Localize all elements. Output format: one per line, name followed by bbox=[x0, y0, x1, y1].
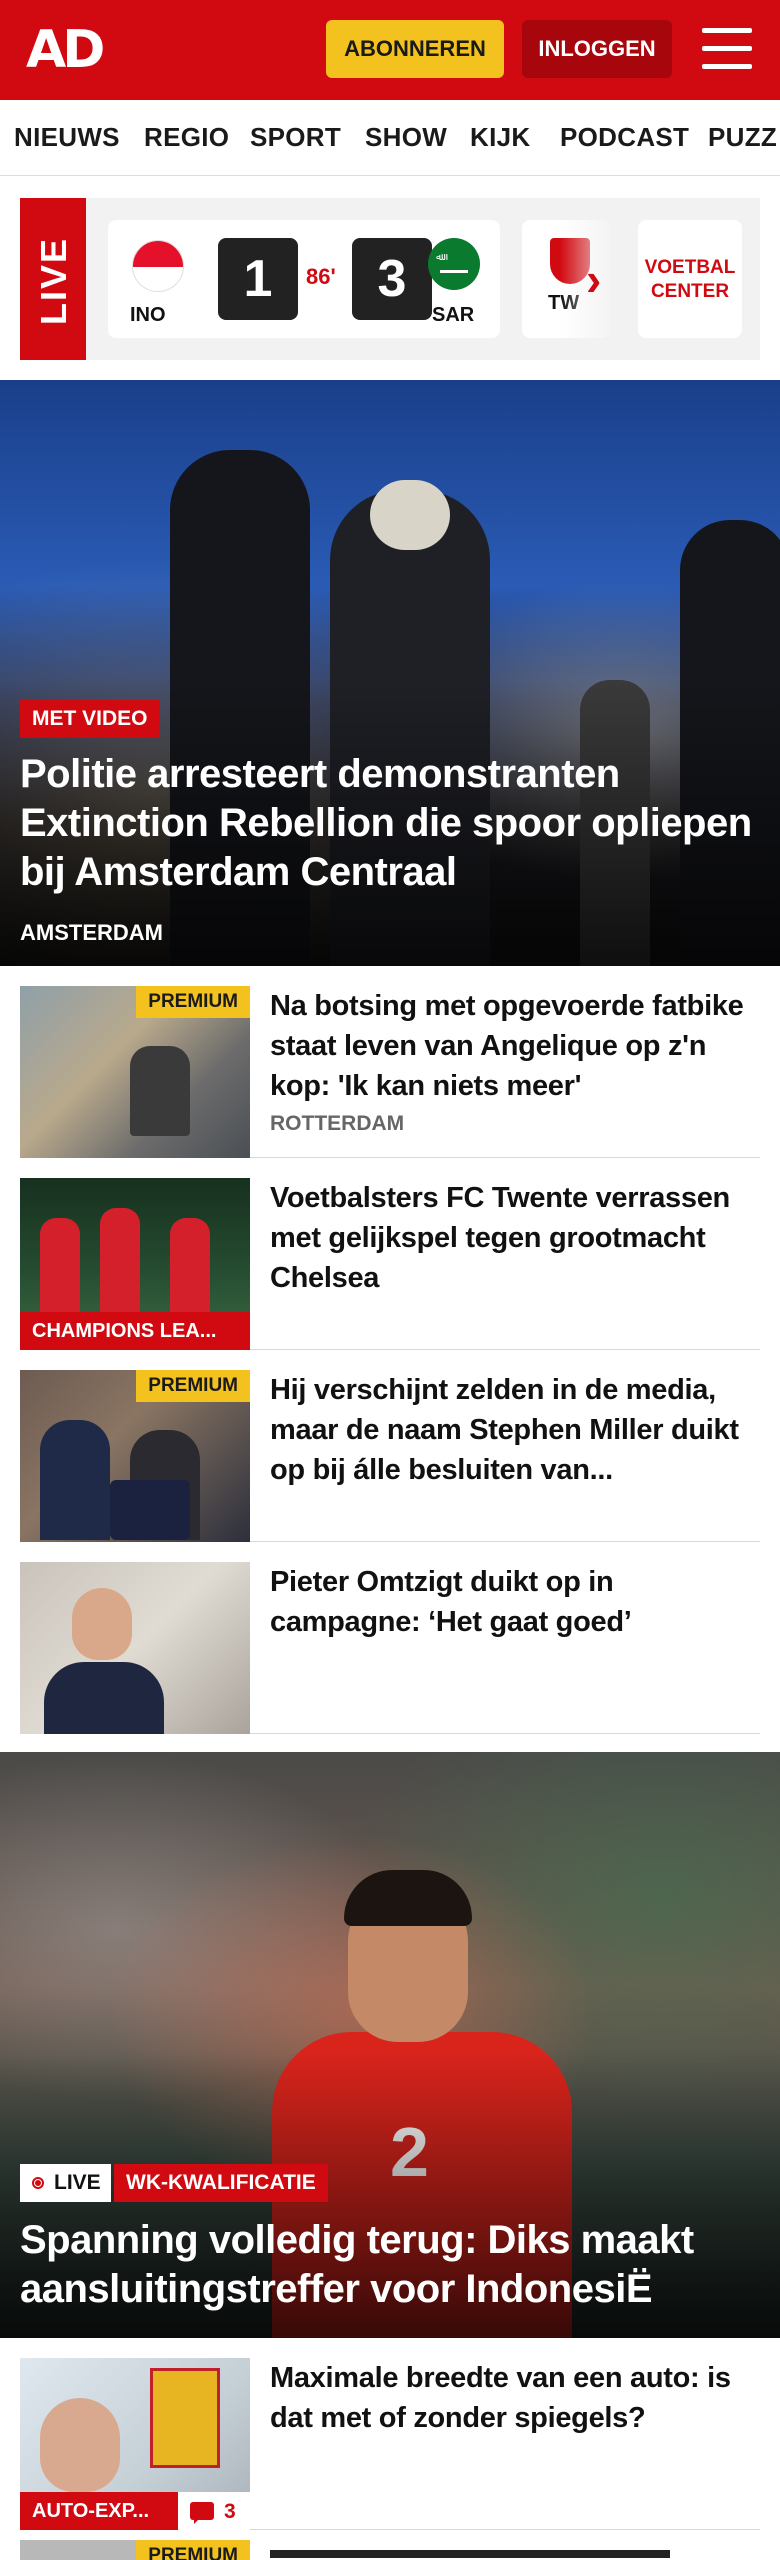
live-badge: LIVE bbox=[20, 198, 86, 360]
article-thumbnail bbox=[20, 1562, 250, 1734]
top-bar: AD ABONNEREN INLOGGEN bbox=[0, 0, 780, 100]
match-minute: 86' bbox=[306, 264, 336, 289]
hero-location: AMSTERDAM bbox=[20, 920, 163, 945]
thumbnail-road-sign bbox=[150, 2368, 220, 2468]
nav-item-puzzel[interactable]: PUZZ bbox=[708, 122, 777, 153]
article-thumbnail: AUTO-EXP... 3 bbox=[20, 2358, 250, 2530]
article-title[interactable]: Pieter Omtzigt duikt op in campagne: ‘He… bbox=[270, 1562, 760, 1642]
live-dot-inner bbox=[35, 2180, 41, 2186]
ad-logo[interactable]: AD bbox=[26, 22, 105, 78]
thumbnail-figure bbox=[130, 1046, 190, 1136]
sport-hero-article[interactable]: 2 LIVE WK-KWALIFICATIE Spanning volledig… bbox=[0, 1752, 780, 2338]
list-item[interactable]: PREMIUM Na botsing met opgevoerde fatbik… bbox=[20, 966, 760, 1158]
live-pill: LIVE bbox=[20, 2164, 111, 2202]
voetbal-center-link[interactable]: VOETBAL CENTER bbox=[638, 220, 742, 338]
thumbnail-figure bbox=[44, 1662, 164, 1734]
list-item[interactable]: AUTO-EXP... 3 Maximale breedte van een a… bbox=[20, 2338, 760, 2530]
away-score: 3 bbox=[352, 238, 432, 320]
article-title[interactable]: Voetbalsters FC Twente verrassen met gel… bbox=[270, 1178, 760, 1298]
category-tag: CHAMPIONS LEA... bbox=[20, 1312, 250, 1350]
live-pill-label: LIVE bbox=[54, 2171, 101, 2194]
article-thumbnail: PREMIUM bbox=[20, 986, 250, 1158]
list-item[interactable]: PREMIUM Hij verschijnt zelden in de medi… bbox=[20, 1350, 760, 1542]
list-item[interactable]: CHAMPIONS LEA... Voetbalsters FC Twente … bbox=[20, 1158, 760, 1350]
nav-item-podcast[interactable]: PODCAST bbox=[560, 122, 689, 153]
hero-image-keffiyeh bbox=[370, 480, 450, 550]
premium-badge: PREMIUM bbox=[136, 986, 250, 1018]
article-title[interactable]: Hij verschijnt zelden in de media, maar … bbox=[270, 1370, 760, 1490]
nav-item-regio[interactable]: REGIO bbox=[144, 122, 229, 153]
comment-count-pill[interactable]: 3 bbox=[178, 2492, 250, 2530]
main-nav: NIEUWS REGIO SPORT SHOW KIJK PODCAST PUZ… bbox=[0, 100, 780, 176]
article-title[interactable]: Na botsing met opgevoerde fatbike staat … bbox=[270, 986, 760, 1106]
hero-article[interactable]: MET VIDEO Politie arresteert demonstrant… bbox=[0, 380, 780, 966]
thumbnail-figure bbox=[40, 1420, 110, 1540]
article-thumbnail: PREMIUM bbox=[20, 2540, 250, 2560]
article-title-cutoff bbox=[270, 2550, 670, 2558]
nav-item-sport[interactable]: SPORT bbox=[250, 122, 341, 153]
article-thumbnail: PREMIUM bbox=[20, 1370, 250, 1542]
thumbnail-face bbox=[40, 2398, 120, 2492]
subscribe-button[interactable]: ABONNEREN bbox=[326, 20, 504, 78]
home-score: 1 bbox=[218, 238, 298, 320]
saudi-arabia-flag-icon: ﷲ bbox=[428, 238, 480, 290]
category-tag: WK-KWALIFICATIE bbox=[114, 2164, 328, 2202]
hero2-title[interactable]: Spanning volledig terug: Diks maakt aans… bbox=[20, 2216, 760, 2314]
live-label: LIVE bbox=[33, 237, 74, 326]
hero-title[interactable]: Politie arresteert demonstranten Extinct… bbox=[20, 750, 760, 897]
list-item[interactable]: Pieter Omtzigt duikt op in campagne: ‘He… bbox=[20, 1542, 760, 1734]
chevron-right-icon[interactable]: › bbox=[586, 256, 601, 302]
list-item[interactable]: PREMIUM bbox=[20, 2540, 760, 2560]
match-card[interactable]: INO 1 86' 3 ﷲ SAR bbox=[108, 220, 500, 338]
thumbnail-face bbox=[72, 1588, 132, 1660]
comment-count: 3 bbox=[224, 2500, 236, 2523]
nav-item-kijk[interactable]: KIJK bbox=[470, 122, 530, 153]
thumbnail-podium bbox=[110, 1480, 190, 1540]
article-location: ROTTERDAM bbox=[270, 1112, 405, 1135]
article-thumbnail: CHAMPIONS LEA... bbox=[20, 1178, 250, 1350]
indonesia-flag-icon bbox=[132, 240, 184, 292]
away-team-code: SAR bbox=[432, 304, 475, 326]
video-tag: MET VIDEO bbox=[20, 700, 160, 738]
home-team-code: INO bbox=[130, 304, 166, 326]
thumbnail-figure bbox=[100, 1208, 140, 1328]
voetbal-center-label: VOETBAL CENTER bbox=[644, 257, 736, 302]
article-title[interactable]: Maximale breedte van een auto: is dat me… bbox=[270, 2358, 760, 2438]
premium-badge: PREMIUM bbox=[136, 2540, 250, 2560]
category-tag: AUTO-EXP... bbox=[20, 2492, 178, 2530]
nav-item-show[interactable]: SHOW bbox=[365, 122, 447, 153]
live-scores-bar: LIVE INO 1 86' 3 ﷲ SAR TW › VOETBAL CENT… bbox=[20, 198, 760, 360]
hamburger-menu-icon[interactable] bbox=[702, 28, 752, 70]
comment-bubble-tail bbox=[194, 2518, 200, 2524]
hero2-image-hair bbox=[344, 1870, 472, 1926]
premium-badge: PREMIUM bbox=[136, 1370, 250, 1402]
nav-item-nieuws[interactable]: NIEUWS bbox=[14, 122, 120, 153]
login-button[interactable]: INLOGGEN bbox=[522, 20, 672, 78]
